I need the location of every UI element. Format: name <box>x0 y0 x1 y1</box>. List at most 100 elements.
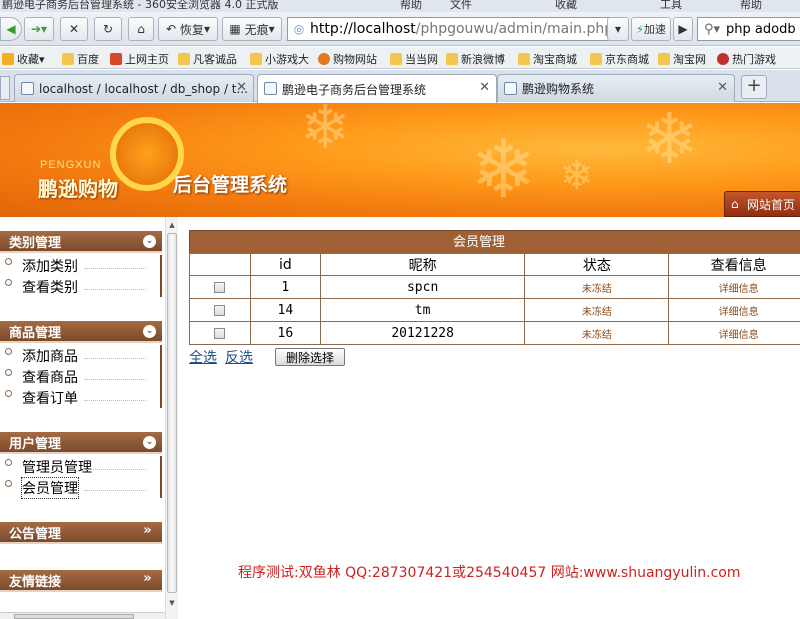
snowflake-icon: ❄ <box>560 153 594 199</box>
menu-favorites[interactable]: 收藏 <box>555 0 577 12</box>
bookmark-weibo[interactable]: 新浪微博 <box>446 51 505 67</box>
bookmark-shopping[interactable]: 购物网站 <box>318 51 377 67</box>
bookmark-favorites[interactable]: 收藏 ▾ <box>2 51 45 67</box>
folder-icon <box>62 53 74 65</box>
delete-selected-button[interactable]: 删除选择 <box>275 348 346 366</box>
snowflake-icon: ❄ <box>300 103 351 163</box>
table-row: 1 spcn 未冻结 详细信息 <box>189 275 800 299</box>
row-checkbox[interactable] <box>214 327 226 339</box>
bookmark-vancl[interactable]: 凡客诚品 <box>178 51 237 67</box>
stop-button[interactable]: ✕ <box>60 17 88 41</box>
address-dropdown[interactable]: ▾ <box>607 17 629 41</box>
tab-shopping-system[interactable]: 鹏逊购物系统 ✕ <box>497 74 735 102</box>
bookmark-label: 淘宝网 <box>673 53 706 66</box>
back-button[interactable]: ◀ <box>0 17 22 41</box>
browser-toolbar: ◀ ➔▾ ✕ ↻ ⌂ ↶ 恢复 ▾ ▦ 无痕 ▾ ◎ http://localhos… <box>0 12 800 46</box>
bookmark-baidu[interactable]: 百度 <box>62 51 99 67</box>
forward-button[interactable]: ➔▾ <box>24 17 54 41</box>
menu-help-2[interactable]: 帮助 <box>740 0 762 12</box>
window-title-bar: 鹏逊电子商务后台管理系统 - 360安全浏览器 4.0 正式版 帮助 文件 收藏… <box>0 0 800 12</box>
sidebar-item-view-order[interactable]: 查看订单 <box>0 387 160 408</box>
item-label: 会员管理 <box>21 476 79 499</box>
row-checkbox[interactable] <box>214 281 226 293</box>
folder-icon <box>390 53 402 65</box>
collapse-icon[interactable]: ⌄ <box>143 436 156 449</box>
sidebar-section-user[interactable]: 用户管理 ⌄ <box>0 432 162 454</box>
sidebar-item-member-manage[interactable]: 会员管理 <box>0 476 160 499</box>
tab-sidebar-toggle[interactable] <box>0 76 10 100</box>
scroll-thumb[interactable] <box>167 233 177 593</box>
row-checkbox[interactable] <box>214 304 226 316</box>
site-home-label: 网站首页 <box>747 197 796 212</box>
expand-icon[interactable]: » <box>141 524 154 537</box>
bookmark-label: 新浪微博 <box>461 53 505 66</box>
scroll-thumb[interactable] <box>14 614 134 619</box>
section-title: 用户管理 <box>9 436 62 452</box>
tab-label: 鹏逊购物系统 <box>522 82 595 96</box>
sidebar-section-category[interactable]: 类别管理 ⌄ <box>0 231 162 253</box>
sidebar-horizontal-scrollbar[interactable] <box>0 612 165 619</box>
sidebar-item-view-product[interactable]: 查看商品 <box>0 366 160 387</box>
sidebar-item-admin-manage[interactable]: 管理员管理 <box>0 456 160 477</box>
collapse-icon[interactable]: ⌄ <box>143 325 156 338</box>
cell-nickname: spcn <box>319 275 526 299</box>
bookmark-hot-games[interactable]: 热门游戏 <box>717 51 776 67</box>
address-bar[interactable]: ◎ http://localhost/phpgouwu/admin/main.p… <box>287 17 627 41</box>
collapse-icon[interactable]: ⌄ <box>143 235 156 248</box>
home-icon: ⌂ <box>137 22 145 36</box>
scroll-down-icon[interactable]: ▼ <box>166 597 178 609</box>
home-page-button[interactable]: ⌂ <box>128 17 154 41</box>
no-trace-button[interactable]: ▦ 无痕 ▾ <box>222 17 282 41</box>
cell-status-link[interactable]: 未冻结 <box>524 298 670 322</box>
cell-detail-link[interactable]: 详细信息 <box>668 321 800 345</box>
cell-status-link[interactable]: 未冻结 <box>524 275 670 299</box>
address-host: http://localhost <box>310 21 416 37</box>
bookmark-jd[interactable]: 京东商城 <box>590 51 649 67</box>
bookmark-label: 小游戏大 <box>265 53 309 66</box>
site-home-button[interactable]: ⌂ 网站首页 <box>724 191 800 217</box>
sidebar-item-view-category[interactable]: 查看类别 <box>0 276 160 297</box>
accelerate-button[interactable]: ⚡ 加速 <box>631 17 671 41</box>
close-icon[interactable]: ✕ <box>236 80 247 95</box>
plus-icon: + <box>746 75 762 96</box>
scroll-up-icon[interactable]: ▲ <box>166 219 178 231</box>
cell-id: 1 <box>249 275 321 299</box>
table-header-row: id 昵称 状态 查看信息 <box>189 253 800 276</box>
sidebar-section-links[interactable]: 友情链接 » <box>0 570 162 592</box>
menu-tools[interactable]: 工具 <box>660 0 682 12</box>
cell-detail-link[interactable]: 详细信息 <box>668 298 800 322</box>
bookmark-label: 百度 <box>77 53 99 66</box>
menu-help-1[interactable]: 帮助 <box>400 0 422 12</box>
tab-phpmyadmin[interactable]: localhost / localhost / db_shop / t... ✕ <box>14 74 254 102</box>
cell-nickname: tm <box>319 298 526 322</box>
sidebar-item-add-category[interactable]: 添加类别 <box>0 255 160 276</box>
folder-icon <box>446 53 458 65</box>
sidebar-section-product[interactable]: 商品管理 ⌄ <box>0 321 162 343</box>
bookmark-games[interactable]: 小游戏大 <box>250 51 309 67</box>
cell-detail-link[interactable]: 详细信息 <box>668 275 800 299</box>
cell-status-link[interactable]: 未冻结 <box>524 321 670 345</box>
bookmark-taobao[interactable]: 淘宝网 <box>658 51 706 67</box>
refresh-button[interactable]: ↻ <box>94 17 122 41</box>
bookmark-home[interactable]: 上网主页 <box>110 51 169 67</box>
hao-icon <box>110 53 122 65</box>
close-icon[interactable]: ✕ <box>479 80 490 95</box>
footer-note: 程序测试:双鱼林 QQ:287307421或254540457 网站:www.s… <box>238 565 741 581</box>
invert-select-link[interactable]: 反选 <box>225 347 253 367</box>
menu-file[interactable]: 文件 <box>450 0 472 12</box>
select-all-link[interactable]: 全选 <box>189 347 217 367</box>
folder-icon <box>178 53 190 65</box>
bookmark-tmall[interactable]: 淘宝商城 <box>518 51 577 67</box>
search-input[interactable]: ⚲▾ php adodb <box>697 17 800 41</box>
restore-button[interactable]: ↶ 恢复 ▾ <box>158 17 218 41</box>
close-icon[interactable]: ✕ <box>717 80 728 95</box>
tab-admin-system[interactable]: 鹏逊电子商务后台管理系统 ✕ <box>257 74 497 103</box>
bookmark-dangdang[interactable]: 当当网 <box>390 51 438 67</box>
new-tab-button[interactable]: + <box>741 75 767 99</box>
page-icon: ◎ <box>293 22 305 36</box>
go-button[interactable]: ▶ <box>673 17 693 41</box>
sidebar-item-add-product[interactable]: 添加商品 <box>0 345 160 366</box>
sidebar-section-notice[interactable]: 公告管理 » <box>0 522 162 544</box>
expand-icon[interactable]: » <box>141 572 154 585</box>
sidebar-scrollbar[interactable]: ▲ ▼ <box>165 217 178 619</box>
